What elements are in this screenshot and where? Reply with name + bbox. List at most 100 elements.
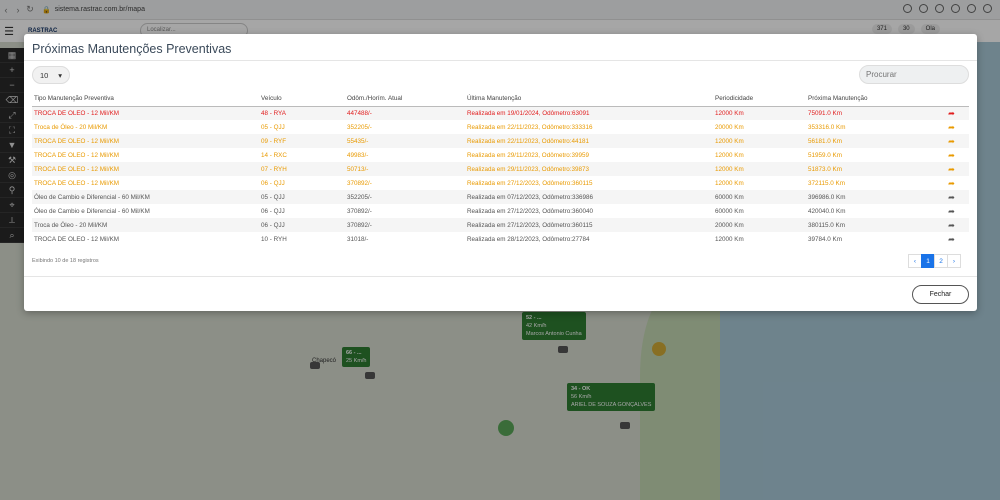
cell-odometro: 370892/- — [347, 179, 372, 187]
cell-tipo: Troca de Óleo - 20 Mil/KM — [34, 123, 108, 131]
cell-periodicidade: 12000 Km — [715, 179, 744, 187]
cell-odometro: 352205/- — [345, 190, 465, 204]
share-arrow-icon[interactable]: ➦ — [934, 176, 969, 190]
page-button[interactable]: 1 — [921, 254, 935, 268]
pagination: ‹ 1 2 › — [908, 254, 961, 268]
column-header[interactable]: Veículo — [259, 92, 345, 107]
cell-odometro: 370892/- — [345, 218, 465, 232]
share-arrow-icon[interactable]: ➦ — [934, 232, 969, 246]
share-arrow-icon[interactable]: ➦ — [934, 190, 969, 204]
cell-tipo: TROCA DE OLEO - 12 Mil/KM — [34, 179, 120, 187]
cell-tipo: TROCA DE OLEO - 12 Mil/KM — [32, 134, 259, 148]
cell-tipo: TROCA DE OLEO - 12 Mil/KM — [34, 235, 120, 243]
cell-proxima: 39784.0 Km — [808, 235, 842, 243]
table-body: TROCA DE OLEO - 12 Mil/KM 48 - RYA 447488/… — [32, 106, 969, 246]
divider — [24, 60, 977, 61]
cell-ultima: Realizada em 29/11/2023, Odômetro:39873 — [465, 162, 713, 176]
table-row: Óleo de Cambio e Diferencial - 60 Mil/KM… — [32, 190, 969, 204]
share-arrow-icon[interactable]: ➦ — [934, 162, 969, 176]
cell-odometro: 49983/- — [347, 151, 369, 159]
share-arrow-icon[interactable]: ➦ — [934, 106, 969, 120]
share-arrow-icon[interactable]: ➦ — [934, 120, 969, 134]
cell-odometro: 370892/- — [347, 207, 372, 215]
share-arrow-icon[interactable]: ➦ — [934, 218, 969, 232]
cell-odometro: 447488/- — [345, 106, 465, 120]
table-row: TROCA DE OLEO - 12 Mil/KM 06 - QJJ 370892/… — [32, 176, 969, 190]
cell-ultima: Realizada em 29/11/2023, Odômetro:39959 — [467, 151, 590, 159]
column-header[interactable]: Tipo Manutenção Preventiva — [32, 92, 259, 107]
close-button[interactable]: Fechar — [912, 285, 969, 304]
column-header[interactable]: Odôm./Horím. Atual — [345, 92, 465, 107]
cell-ultima: Realizada em 27/12/2023, Odômetro:360115 — [467, 179, 593, 187]
table-row: Troca de Óleo - 20 Mil/KM 06 - QJJ 370892/… — [32, 218, 969, 232]
cell-proxima: 396986.0 Km — [806, 190, 934, 204]
prev-page-button[interactable]: ‹ — [908, 254, 922, 268]
page-size-select[interactable]: 10 ▾ — [32, 66, 70, 84]
cell-ultima: Realizada em 07/12/2023, Odômetro:336986 — [465, 190, 713, 204]
cell-veiculo: 14 - RXC — [261, 151, 287, 159]
cell-proxima: 372115.0 Km — [808, 179, 845, 187]
cell-periodicidade: 60000 Km — [713, 190, 806, 204]
cell-proxima: 75091.0 Km — [806, 106, 934, 120]
column-header[interactable]: Última Manutenção — [465, 92, 713, 107]
page-size-value: 10 — [40, 71, 49, 80]
cell-veiculo: 10 - RYH — [261, 235, 287, 243]
cell-tipo: Troca de Óleo - 20 Mil/KM — [32, 218, 259, 232]
cell-periodicidade: 12000 Km — [715, 235, 744, 243]
table-row: TROCA DE OLEO - 12 Mil/KM 09 - RYF 55435/-… — [32, 134, 969, 148]
table-row: TROCA DE OLEO - 12 Mil/KM 14 - RXC 49983/-… — [32, 148, 969, 162]
cell-proxima: 51959.0 Km — [808, 151, 842, 159]
next-page-button[interactable]: › — [947, 254, 961, 268]
maintenance-table: Tipo Manutenção Preventiva Veículo Odôm.… — [32, 92, 969, 246]
table-header-row: Tipo Manutenção Preventiva Veículo Odôm.… — [32, 92, 969, 107]
cell-odometro: 31018/- — [347, 235, 369, 243]
cell-periodicidade: 60000 Km — [715, 207, 744, 215]
column-header[interactable]: Periodicidade — [713, 92, 806, 107]
table-row: TROCA DE OLEO - 12 Mil/KM 07 - RYH 50713/-… — [32, 162, 969, 176]
table-row: Óleo de Cambio e Diferencial - 60 Mil/KM… — [32, 204, 969, 218]
cell-odometro: 55435/- — [345, 134, 465, 148]
cell-proxima: 56181.0 Km — [806, 134, 934, 148]
cell-veiculo: 06 - QJJ — [261, 207, 285, 215]
chevron-down-icon: ▾ — [58, 71, 62, 80]
records-info: Exibindo 10 de 18 registros — [32, 258, 99, 264]
cell-periodicidade: 20000 Km — [715, 123, 744, 131]
column-header[interactable]: Próxima Manutenção — [806, 92, 934, 107]
cell-periodicidade: 12000 Km — [713, 106, 806, 120]
modal-title: Próximas Manutenções Preventivas — [32, 42, 232, 56]
cell-ultima: Realizada em 22/11/2023, Odômetro:44181 — [465, 134, 713, 148]
cell-veiculo: 48 - RYA — [259, 106, 345, 120]
cell-odometro: 352205/- — [347, 123, 372, 131]
cell-periodicidade: 12000 Km — [715, 151, 744, 159]
cell-ultima: Realizada em 19/01/2024, Odômetro:63091 — [465, 106, 713, 120]
share-arrow-icon[interactable]: ➦ — [934, 148, 969, 162]
cell-veiculo: 06 - QJJ — [259, 218, 345, 232]
column-header-actions — [934, 92, 969, 107]
cell-ultima: Realizada em 27/12/2023, Odômetro:360115 — [465, 218, 713, 232]
table-row: TROCA DE OLEO - 12 Mil/KM 48 - RYA 447488/… — [32, 106, 969, 120]
cell-veiculo: 09 - RYF — [259, 134, 345, 148]
table-row: Troca de Óleo - 20 Mil/KM 05 - QJJ 352205/… — [32, 120, 969, 134]
cell-proxima: 380115.0 Km — [806, 218, 934, 232]
cell-proxima: 353316.0 Km — [808, 123, 846, 131]
cell-proxima: 51873.0 Km — [806, 162, 934, 176]
cell-veiculo: 05 - QJJ — [261, 123, 285, 131]
cell-ultima: Realizada em 28/12/2023, Odômetro:27784 — [467, 235, 590, 243]
cell-tipo: Óleo de Cambio e Diferencial - 60 Mil/KM — [32, 190, 259, 204]
cell-tipo: TROCA DE OLEO - 12 Mil/KM — [34, 151, 120, 159]
cell-tipo: Óleo de Cambio e Diferencial - 60 Mil/KM — [34, 207, 150, 215]
cell-periodicidade: 12000 Km — [713, 134, 806, 148]
page-button[interactable]: 2 — [934, 254, 948, 268]
cell-proxima: 420040.0 Km — [808, 207, 846, 215]
cell-periodicidade: 12000 Km — [713, 162, 806, 176]
share-arrow-icon[interactable]: ➦ — [934, 134, 969, 148]
cell-odometro: 50713/- — [345, 162, 465, 176]
cell-veiculo: 06 - QJJ — [261, 179, 285, 187]
cell-ultima: Realizada em 27/12/2023, Odômetro:360040 — [467, 207, 594, 215]
table-search-input[interactable] — [859, 65, 969, 84]
cell-tipo: TROCA DE OLEO - 12 Mil/KM — [32, 106, 259, 120]
cell-periodicidade: 20000 Km — [713, 218, 806, 232]
share-arrow-icon[interactable]: ➦ — [934, 204, 969, 218]
maintenance-modal: Próximas Manutenções Preventivas 10 ▾ Ti… — [24, 34, 977, 311]
cell-veiculo: 05 - QJJ — [259, 190, 345, 204]
